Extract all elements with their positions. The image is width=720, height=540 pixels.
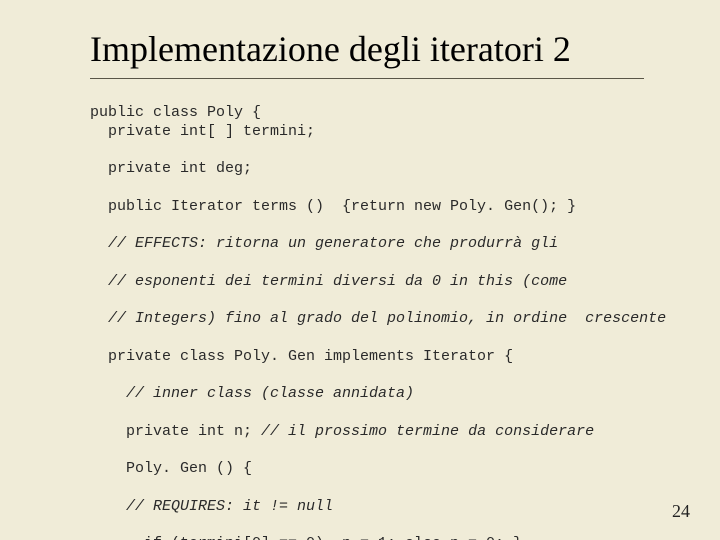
code-line: public class Poly { [90,104,261,121]
code-block: public class Poly { private int[ ] termi… [90,85,644,540]
code-line: if (termini[0] == 0) n = 1; else n = 0; … [90,535,644,540]
code-comment: // EFFECTS: ritorna un generatore che pr… [90,235,644,254]
code-comment: // esponenti dei termini diversi da 0 in… [90,273,644,292]
slide: Implementazione degli iteratori 2 public… [0,0,720,540]
code-comment: // Integers) fino al grado del polinomio… [90,310,644,329]
code-line: private int deg; [90,160,644,179]
code-line: private int n; // il prossimo termine da… [90,423,644,442]
code-line: private class Poly. Gen implements Itera… [90,348,644,367]
code-line: private int[ ] termini; [90,123,644,142]
code-line: Poly. Gen () { [90,460,644,479]
code-comment: // REQUIRES: it != null [90,498,644,517]
code-text: private int n; [126,423,261,440]
page-number: 24 [672,501,690,522]
code-line: public Iterator terms () {return new Pol… [90,198,644,217]
code-comment: // il prossimo termine da considerare [261,423,594,440]
slide-title: Implementazione degli iteratori 2 [90,28,644,70]
title-rule [90,78,644,79]
code-comment: // inner class (classe annidata) [90,385,644,404]
